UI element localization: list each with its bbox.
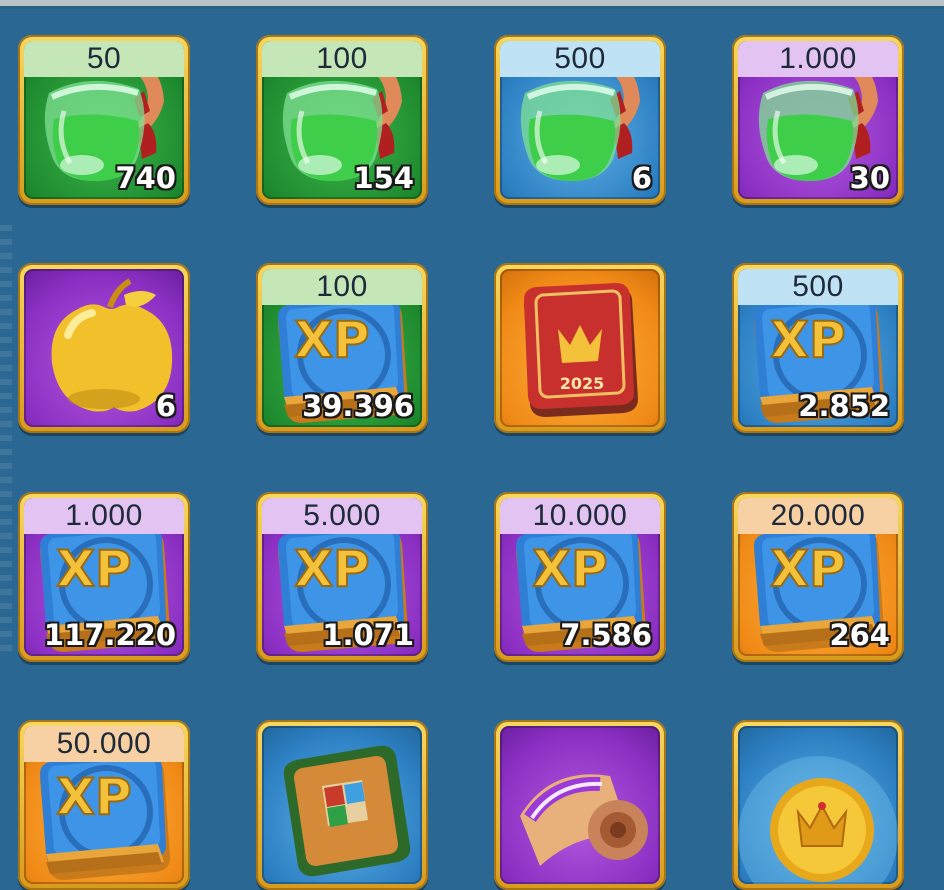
inventory-slot-xp-book-500[interactable]: XP 500 2.852 (732, 263, 904, 433)
inventory-slot-potion-50[interactable]: 50 740 (18, 35, 190, 205)
slot-background: XP 500 2.852 (738, 269, 898, 427)
slot-background: 50 740 (24, 41, 184, 199)
inventory-slot-xp-book-1000[interactable]: XP 1.000 117.220 (18, 492, 190, 662)
svg-text:XP: XP (56, 540, 131, 598)
slot-background: 100 154 (262, 41, 422, 199)
gold-crown-medal-icon (738, 726, 898, 884)
inventory-slot-xp-book-50000[interactable]: XP 50.000 (18, 720, 190, 890)
slot-background: 500 6 (500, 41, 660, 199)
item-amount-label: 100 (262, 269, 422, 305)
item-amount-label: 50 (24, 41, 184, 77)
slot-background (738, 726, 898, 884)
inventory-slot-crown-book-2025[interactable]: 2025 (494, 263, 666, 433)
item-quantity: 154 (353, 161, 414, 195)
inventory-grid: 50 740 100 154 500 6 1.000 30 6 XP 100 3… (0, 0, 944, 890)
item-amount-label: 10.000 (500, 498, 660, 534)
slot-background: XP 1.000 117.220 (24, 498, 184, 656)
item-quantity: 117.220 (43, 618, 176, 652)
red-crown-book-icon: 2025 (500, 269, 660, 427)
slot-background: XP 10.000 7.586 (500, 498, 660, 656)
svg-text:XP: XP (770, 311, 845, 369)
svg-text:XP: XP (770, 540, 845, 598)
item-quantity: 740 (115, 161, 176, 195)
slot-background: XP 5.000 1.071 (262, 498, 422, 656)
item-quantity: 6 (155, 389, 176, 423)
inventory-slot-potion-1000[interactable]: 1.000 30 (732, 35, 904, 205)
item-quantity: 1.071 (322, 618, 414, 652)
svg-text:XP: XP (56, 768, 131, 826)
svg-text:XP: XP (532, 540, 607, 598)
item-quantity: 39.396 (302, 389, 414, 423)
slot-background: 1.000 30 (738, 41, 898, 199)
inventory-slot-xp-book-100[interactable]: XP 100 39.396 (256, 263, 428, 433)
item-quantity: 30 (849, 161, 890, 195)
inventory-slot-xp-book-20000[interactable]: XP 20.000 264 (732, 492, 904, 662)
item-quantity: 6 (631, 161, 652, 195)
item-amount-label: 100 (262, 41, 422, 77)
slot-background: XP 50.000 (24, 726, 184, 884)
item-quantity: 264 (829, 618, 890, 652)
talent-skill-book-icon (262, 726, 422, 884)
item-quantity: 2.852 (798, 389, 890, 423)
inventory-slot-golden-apple[interactable]: 6 (18, 263, 190, 433)
svg-text:XP: XP (294, 540, 369, 598)
inventory-slot-gold-crown-medal[interactable] (732, 720, 904, 890)
inventory-slot-xp-book-10000[interactable]: XP 10.000 7.586 (494, 492, 666, 662)
inventory-slot-talent-book[interactable] (256, 720, 428, 890)
item-amount-label: 5.000 (262, 498, 422, 534)
slot-background: 2025 (500, 269, 660, 427)
inventory-slot-xp-book-5000[interactable]: XP 5.000 1.071 (256, 492, 428, 662)
item-amount-label: 500 (738, 269, 898, 305)
item-quantity: 7.586 (560, 618, 652, 652)
scroll-icon (500, 726, 660, 884)
inventory-slot-potion-100[interactable]: 100 154 (256, 35, 428, 205)
slot-background: 6 (24, 269, 184, 427)
slot-background: XP 100 39.396 (262, 269, 422, 427)
svg-text:XP: XP (294, 311, 369, 369)
item-amount-label: 1.000 (24, 498, 184, 534)
inventory-slot-potion-500[interactable]: 500 6 (494, 35, 666, 205)
slot-background (500, 726, 660, 884)
item-amount-label: 1.000 (738, 41, 898, 77)
inventory-slot-scroll[interactable] (494, 720, 666, 890)
book-year-label: 2025 (560, 374, 605, 393)
item-amount-label: 50.000 (24, 726, 184, 762)
slot-background: XP 20.000 264 (738, 498, 898, 656)
item-amount-label: 500 (500, 41, 660, 77)
item-amount-label: 20.000 (738, 498, 898, 534)
slot-background (262, 726, 422, 884)
